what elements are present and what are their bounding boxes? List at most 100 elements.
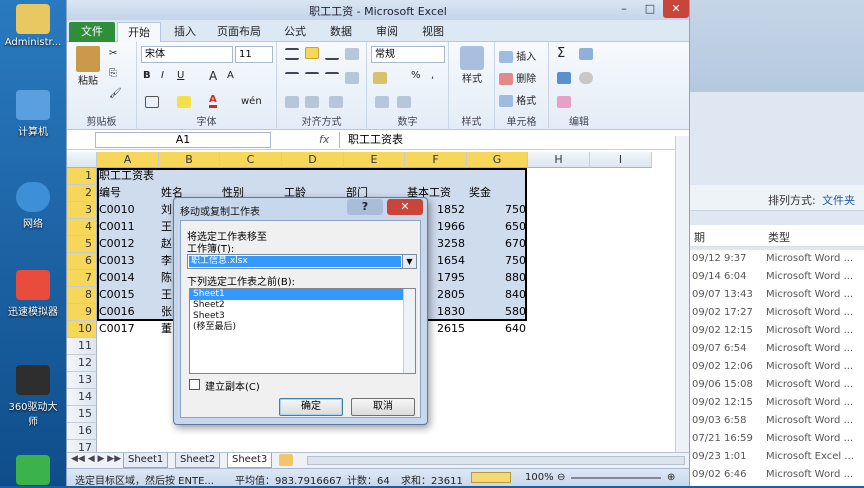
cell[interactable]: C0016 bbox=[97, 304, 159, 321]
tab-home[interactable]: 开始 bbox=[117, 22, 161, 42]
row-header[interactable]: 10 bbox=[67, 321, 97, 338]
list-item[interactable]: 09/02 6:46 Microsoft Word ... bbox=[688, 466, 864, 484]
ok-button[interactable]: 确定 bbox=[279, 398, 343, 416]
cell[interactable]: 职工工资表 bbox=[97, 168, 237, 185]
format-cells-button[interactable]: 格式 bbox=[499, 92, 536, 107]
sheet-tab-2[interactable]: Sheet2 bbox=[175, 453, 221, 468]
list-item[interactable]: 09/03 6:58 Microsoft Word ... bbox=[688, 412, 864, 430]
cancel-button[interactable]: 取消 bbox=[351, 398, 415, 416]
desktop-icon-shield[interactable] bbox=[4, 455, 62, 488]
list-item[interactable]: 09/07 6:54 Microsoft Word ... bbox=[688, 340, 864, 358]
desktop-icon-network[interactable]: 网络 bbox=[4, 182, 62, 230]
row-header[interactable]: 2 bbox=[67, 185, 97, 202]
cell[interactable]: 750 bbox=[467, 253, 528, 270]
clear-icon[interactable] bbox=[557, 96, 571, 108]
row-header[interactable]: 14 bbox=[67, 389, 97, 406]
minimize-button[interactable]: – bbox=[611, 0, 637, 18]
number-format-select[interactable]: 常规 bbox=[371, 46, 445, 63]
workbook-select[interactable]: 职工信息.xlsx ▼ bbox=[187, 254, 417, 269]
copy-icon[interactable]: ⎘ bbox=[109, 68, 117, 79]
shrink-font-button[interactable]: A bbox=[227, 70, 234, 81]
help-button[interactable]: ? bbox=[347, 199, 383, 215]
align-left-icon[interactable] bbox=[285, 72, 299, 84]
list-item[interactable]: 09/14 6:04 Microsoft Word ... bbox=[688, 268, 864, 286]
cell[interactable]: C0010 bbox=[97, 202, 159, 219]
column-header[interactable]: I bbox=[590, 152, 652, 168]
insert-cells-button[interactable]: 插入 bbox=[499, 48, 536, 63]
column-header[interactable]: H bbox=[528, 152, 590, 168]
cell[interactable]: 650 bbox=[467, 219, 528, 236]
percent-button[interactable]: % bbox=[411, 70, 421, 81]
column-header[interactable]: A bbox=[97, 152, 159, 168]
delete-cells-button[interactable]: 删除 bbox=[499, 70, 536, 85]
row-header[interactable]: 17 bbox=[67, 440, 97, 452]
indent-increase-icon[interactable] bbox=[305, 96, 319, 108]
cell[interactable]: 880 bbox=[467, 270, 528, 287]
row-header[interactable]: 11 bbox=[67, 338, 97, 355]
formula-input[interactable]: 职工工资表 bbox=[339, 132, 685, 148]
column-header[interactable]: E bbox=[344, 152, 405, 168]
sheet-list[interactable]: Sheet1 Sheet2 Sheet3 (移至最后) bbox=[189, 288, 416, 374]
function-icon[interactable]: fx bbox=[319, 133, 329, 146]
cell[interactable]: C0017 bbox=[97, 321, 159, 338]
indent-decrease-icon[interactable] bbox=[285, 96, 299, 108]
currency-icon[interactable] bbox=[373, 72, 387, 84]
close-button[interactable]: ✕ bbox=[663, 0, 689, 18]
tab-review[interactable]: 审阅 bbox=[367, 22, 407, 42]
list-item[interactable]: 07/21 16:59 Microsoft Word ... bbox=[688, 430, 864, 448]
format-painter-icon[interactable]: 🖌 bbox=[109, 88, 122, 99]
cell[interactable]: 640 bbox=[467, 321, 528, 338]
underline-button[interactable]: U bbox=[177, 70, 184, 81]
list-item[interactable]: Sheet2 bbox=[190, 300, 415, 311]
row-header[interactable]: 3 bbox=[67, 202, 97, 219]
tab-insert[interactable]: 插入 bbox=[165, 22, 205, 42]
border-icon[interactable] bbox=[145, 96, 159, 108]
list-item[interactable]: Sheet1 bbox=[190, 289, 415, 300]
view-buttons-icon[interactable] bbox=[471, 472, 511, 483]
list-item[interactable]: 09/07 13:43 Microsoft Word ... bbox=[688, 286, 864, 304]
increase-decimal-icon[interactable] bbox=[375, 96, 389, 108]
tab-data[interactable]: 数据 bbox=[321, 22, 361, 42]
sort-dropdown[interactable]: 文件夹 bbox=[822, 192, 855, 208]
zoom-in-button[interactable]: ⊕ bbox=[667, 472, 675, 483]
horizontal-scrollbar[interactable] bbox=[307, 456, 685, 465]
zoom-slider[interactable] bbox=[571, 477, 661, 479]
align-center-icon[interactable] bbox=[305, 72, 319, 84]
zoom-out-button[interactable]: ⊖ bbox=[557, 472, 565, 483]
align-bottom-icon[interactable] bbox=[325, 48, 339, 60]
dropdown-arrow-icon[interactable]: ▼ bbox=[402, 255, 416, 268]
column-date[interactable]: 期 bbox=[694, 229, 705, 245]
styles-button[interactable]: 样式 bbox=[455, 46, 489, 85]
wrap-text-icon[interactable] bbox=[329, 96, 343, 108]
desktop-icon-computer[interactable]: 计算机 bbox=[4, 90, 62, 138]
merge-icon[interactable] bbox=[345, 72, 359, 84]
sort-filter-icon[interactable] bbox=[579, 48, 593, 60]
list-item[interactable]: 09/23 1:01 Microsoft Excel ... bbox=[688, 448, 864, 466]
cell[interactable]: C0011 bbox=[97, 219, 159, 236]
align-middle-icon[interactable] bbox=[305, 47, 319, 59]
cell[interactable]: 670 bbox=[467, 236, 528, 253]
row-header[interactable]: 8 bbox=[67, 287, 97, 304]
desktop-icon-user[interactable]: Administr... bbox=[4, 4, 62, 48]
list-item[interactable]: (移至最后) bbox=[190, 322, 415, 333]
list-item[interactable]: 09/12 9:37 Microsoft Word ... bbox=[688, 250, 864, 268]
comma-button[interactable]: , bbox=[431, 70, 434, 81]
cell[interactable]: 840 bbox=[467, 287, 528, 304]
tab-view[interactable]: 视图 bbox=[413, 22, 453, 42]
list-item[interactable]: 09/06 15:08 Microsoft Word ... bbox=[688, 376, 864, 394]
grow-font-button[interactable]: A bbox=[209, 69, 217, 83]
row-header[interactable]: 16 bbox=[67, 423, 97, 440]
font-name-select[interactable]: 宋体 bbox=[141, 46, 233, 63]
row-header[interactable]: 15 bbox=[67, 406, 97, 423]
copy-checkbox[interactable] bbox=[189, 379, 200, 390]
autosum-button[interactable]: Σ bbox=[557, 46, 565, 61]
font-color-icon[interactable]: A bbox=[209, 94, 217, 108]
sheet-nav-arrows-icon[interactable]: ◀◀ ◀ ▶ ▶▶ bbox=[71, 454, 121, 464]
cell[interactable]: C0013 bbox=[97, 253, 159, 270]
column-header[interactable]: C bbox=[220, 152, 282, 168]
row-header[interactable]: 13 bbox=[67, 372, 97, 389]
column-header[interactable]: F bbox=[405, 152, 467, 168]
sheet-tab-3[interactable]: Sheet3 bbox=[227, 453, 273, 468]
row-header[interactable]: 6 bbox=[67, 253, 97, 270]
phonetic-button[interactable]: wén bbox=[241, 96, 262, 107]
